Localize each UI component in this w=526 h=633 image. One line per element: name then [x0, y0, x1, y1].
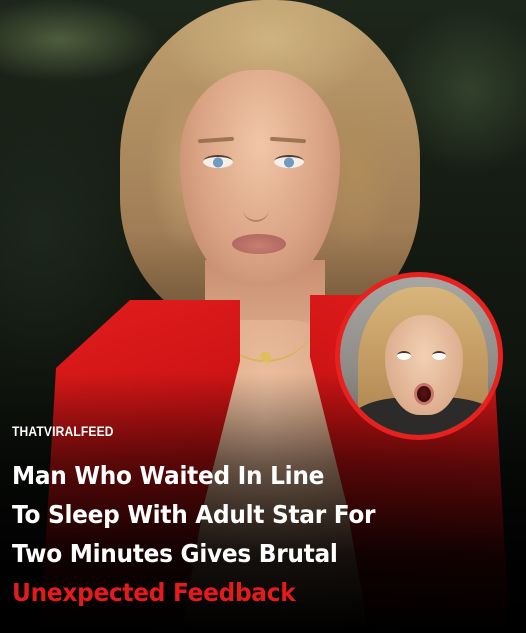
- inset-right-eye: [432, 351, 446, 360]
- inset-open-mouth: [414, 383, 434, 405]
- inset-circle-photo: [335, 272, 503, 440]
- headline-line-1: Man Who Waited In Line: [12, 461, 325, 490]
- headline-line-3: Two Minutes Gives Brutal: [12, 539, 338, 568]
- inset-left-eye: [397, 351, 411, 360]
- headline-line-4-accent: Unexpected Feedback: [12, 578, 296, 607]
- nose: [243, 175, 269, 222]
- lips: [232, 234, 286, 254]
- left-eye: [203, 155, 233, 168]
- brand-label: THATVIRALFEED: [12, 423, 114, 439]
- right-eye: [274, 155, 304, 168]
- headline-line-2: To Sleep With Adult Star For: [12, 500, 376, 529]
- headline: Man Who Waited In Line To Sleep With Adu…: [12, 456, 517, 612]
- post-image: THATVIRALFEED Man Who Waited In Line To …: [0, 0, 526, 633]
